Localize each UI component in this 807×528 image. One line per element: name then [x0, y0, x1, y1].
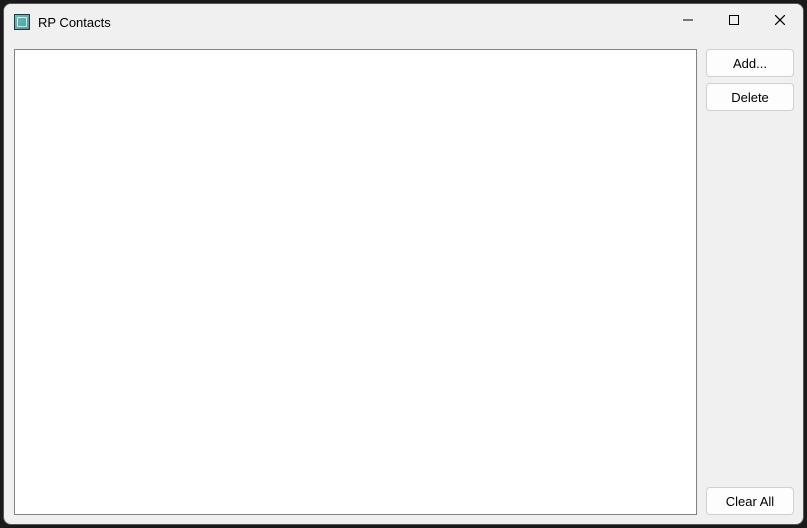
- maximize-button[interactable]: [711, 4, 757, 36]
- contacts-list[interactable]: [14, 49, 697, 515]
- maximize-icon: [729, 15, 739, 25]
- minimize-button[interactable]: [665, 4, 711, 36]
- delete-button[interactable]: Delete: [706, 83, 794, 111]
- titlebar[interactable]: RP Contacts: [4, 4, 803, 40]
- add-button[interactable]: Add...: [706, 49, 794, 77]
- clear-all-button[interactable]: Clear All: [706, 487, 794, 515]
- app-window: RP Contacts Add...: [3, 3, 804, 525]
- minimize-icon: [683, 15, 693, 25]
- window-title: RP Contacts: [38, 15, 111, 30]
- window-controls: [665, 4, 803, 40]
- client-area: Add... Delete Clear All: [4, 40, 803, 524]
- close-icon: [775, 15, 785, 25]
- close-button[interactable]: [757, 4, 803, 36]
- action-sidebar: Add... Delete Clear All: [706, 49, 794, 515]
- app-icon: [14, 14, 30, 30]
